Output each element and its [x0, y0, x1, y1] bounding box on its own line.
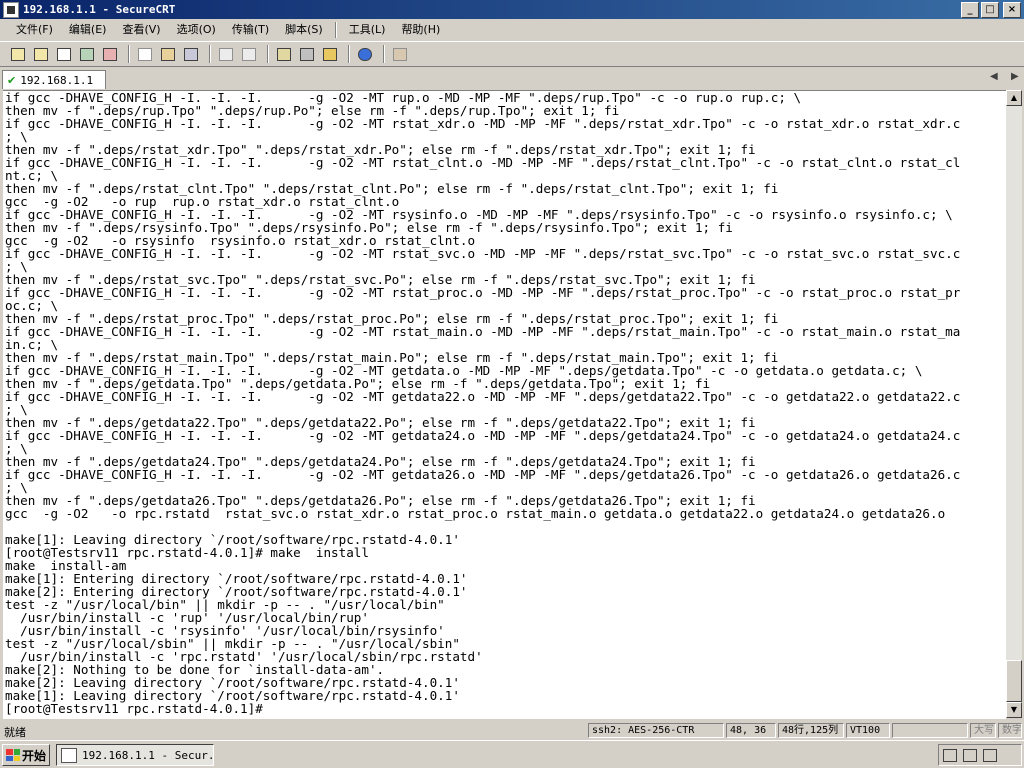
status-caps: 大写	[970, 723, 996, 738]
securecrt-app-icon[interactable]	[3, 1, 19, 18]
windows-logo-icon	[6, 749, 20, 761]
terminal-text: if gcc -DHAVE_CONFIG_H -I. -I. -I. -g -O…	[5, 90, 961, 716]
paste-icon[interactable]	[158, 44, 178, 64]
status-blank	[892, 723, 968, 738]
status-num: 数字	[998, 723, 1022, 738]
session-options-icon[interactable]	[274, 44, 294, 64]
menu-edit[interactable]: 编辑(E)	[61, 20, 115, 40]
tab-scroll-left-icon[interactable]: ◀	[990, 71, 998, 82]
window-title: 192.168.1.1 - SecureCRT	[23, 3, 176, 16]
print-setup-icon[interactable]	[239, 44, 259, 64]
minimize-button[interactable]: _	[961, 2, 979, 18]
terminal-output[interactable]: if gcc -DHAVE_CONFIG_H -I. -I. -I. -g -O…	[3, 90, 1006, 719]
connect-tab-icon[interactable]	[54, 44, 74, 64]
securecrt-task-icon	[61, 747, 77, 763]
help-icon[interactable]	[355, 44, 375, 64]
reconnect-icon[interactable]	[77, 44, 97, 64]
toolbar-divider	[267, 45, 269, 63]
connect-icon[interactable]	[8, 44, 28, 64]
connected-check-icon: ✔	[7, 73, 17, 87]
close-button[interactable]: ×	[1003, 2, 1021, 18]
scroll-down-icon[interactable]: ▼	[1006, 702, 1022, 718]
status-size: 48行,125列	[778, 723, 844, 738]
window-controls: _ □ ×	[961, 2, 1021, 18]
status-cursor: 48, 36	[726, 723, 776, 738]
status-cipher: ssh2: AES-256-CTR	[588, 723, 724, 738]
volume-icon[interactable]	[983, 748, 997, 762]
session-tab-bar: ✔ 192.168.1.1 ◀ ▶	[0, 68, 1024, 89]
keymap-icon[interactable]	[320, 44, 340, 64]
toolbar-divider	[209, 45, 211, 63]
keyboard-icon[interactable]	[943, 748, 957, 762]
menu-script[interactable]: 脚本(S)	[277, 20, 331, 40]
toolbar-divider	[383, 45, 385, 63]
status-bar: 就绪 ssh2: AES-256-CTR 48, 36 48行,125列 VT1…	[0, 722, 1024, 740]
terminal-scrollbar[interactable]: ▲ ▼	[1006, 90, 1022, 718]
menu-tools[interactable]: 工具(L)	[341, 20, 394, 40]
sftp-icon[interactable]	[390, 44, 410, 64]
menu-view[interactable]: 查看(V)	[114, 20, 168, 40]
start-button[interactable]: 开始	[2, 744, 50, 766]
taskbar-task-label: 192.168.1.1 - Secur...	[82, 748, 214, 762]
quick-connect-icon[interactable]	[31, 44, 51, 64]
menu-help[interactable]: 帮助(H)	[393, 20, 448, 40]
menu-bar: 文件(F) 编辑(E) 查看(V) 选项(O) 传输(T) 脚本(S) 工具(L…	[0, 19, 1024, 40]
menu-transfer[interactable]: 传输(T)	[224, 20, 277, 40]
taskbar-securecrt-button[interactable]: 192.168.1.1 - Secur...	[56, 744, 214, 766]
find-icon[interactable]	[181, 44, 201, 64]
status-ready: 就绪	[4, 726, 26, 739]
toolbar-divider	[348, 45, 350, 63]
tab-scroll-right-icon[interactable]: ▶	[1011, 71, 1019, 82]
taskbar: 开始 192.168.1.1 - Secur...	[0, 740, 1024, 768]
title-bar[interactable]: 192.168.1.1 - SecureCRT _ □ ×	[0, 0, 1024, 19]
menu-options[interactable]: 选项(O)	[169, 20, 224, 40]
toolbar-divider	[128, 45, 130, 63]
copy-icon[interactable]	[135, 44, 155, 64]
status-terminal-type: VT100	[846, 723, 890, 738]
start-label: 开始	[22, 748, 47, 763]
network-icon[interactable]	[963, 748, 977, 762]
toolbar	[0, 41, 1024, 67]
print-icon[interactable]	[216, 44, 236, 64]
disconnect-icon[interactable]	[100, 44, 120, 64]
scroll-up-icon[interactable]: ▲	[1006, 90, 1022, 106]
menu-divider	[334, 21, 337, 38]
menu-file[interactable]: 文件(F)	[8, 20, 61, 40]
maximize-button[interactable]: □	[981, 2, 999, 18]
session-tab[interactable]: ✔ 192.168.1.1	[2, 70, 106, 89]
global-options-icon[interactable]	[297, 44, 317, 64]
scrollbar-thumb[interactable]	[1006, 660, 1022, 702]
system-tray	[938, 744, 1022, 766]
session-tab-label: 192.168.1.1	[20, 73, 94, 87]
